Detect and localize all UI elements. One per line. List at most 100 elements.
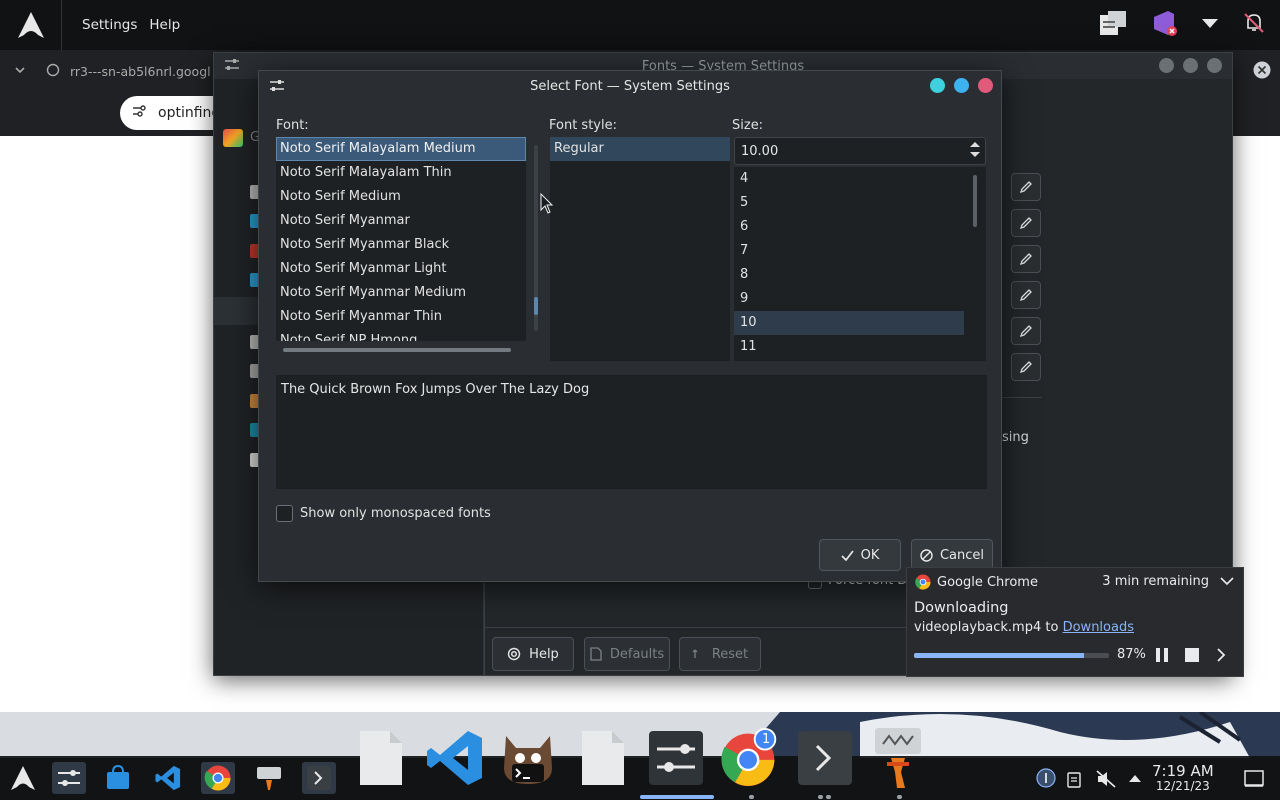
content-left-edge [484,583,485,675]
edit-font-button[interactable] [1011,173,1041,201]
size-list[interactable]: 4 5 6 7 8 9 10 11 [734,167,986,361]
volume-muted-icon[interactable] [1096,770,1116,792]
pause-icon[interactable] [1154,647,1170,667]
vscode-icon[interactable] [425,726,485,790]
font-list-item[interactable]: Noto Serif NP Hmong [276,329,526,341]
updates-icon[interactable] [1036,768,1056,792]
system-settings-icon[interactable] [646,726,706,790]
minimize-button[interactable] [930,78,945,93]
vscode-icon[interactable] [151,762,185,794]
size-list-item[interactable]: 7 [734,239,964,263]
ide-icon[interactable] [252,762,286,794]
size-list-item[interactable]: 8 [734,263,964,287]
ok-button[interactable]: OK [819,539,901,571]
maximize-button[interactable] [954,78,969,93]
font-list-item[interactable]: Noto Serif Myanmar Light [276,257,526,281]
menu-help[interactable]: Help [149,17,180,33]
font-list-item[interactable]: Noto Serif Myanmar [276,209,526,233]
download-progress-fill [914,653,1084,658]
clipboard-icon[interactable] [1066,770,1082,792]
size-list-item[interactable]: 11 [734,335,964,359]
font-list-horizontal-scrollbar[interactable] [283,348,511,352]
size-list-item[interactable]: 4 [734,167,964,191]
style-list-item[interactable]: Regular [550,137,730,161]
size-list-scrollbar[interactable] [973,175,977,227]
content-divider [998,397,1042,398]
spin-up-icon [970,142,980,147]
arch-launcher-icon[interactable] [6,762,40,794]
edit-font-button[interactable] [1011,209,1041,237]
downloads-folder-link[interactable]: Downloads [1063,620,1134,635]
store-icon[interactable] [101,762,135,794]
preview-text: The Quick Brown Fox Jumps Over The Lazy … [281,382,590,397]
minimize-button[interactable] [1159,58,1174,73]
undo-icon [692,649,698,658]
font-list-item[interactable]: Noto Serif Medium [276,185,526,209]
document-icon [590,647,602,661]
reset-button[interactable]: Reset [679,637,761,671]
edit-font-button[interactable] [1011,353,1041,381]
task-settings-icon[interactable] [52,762,86,794]
font-list-item[interactable]: Noto Serif Myanmar Thin [276,305,526,329]
chrome-tab[interactable]: rr3---sn-ab5l6nrl.googl [46,62,216,80]
font-list-item[interactable]: Noto Serif Myanmar Medium [276,281,526,305]
file-icon[interactable] [351,726,411,790]
clock[interactable]: 7:19 AM 12/21/23 [1152,763,1214,793]
monospace-label: Show only monospaced fonts [300,506,491,521]
help-button[interactable]: Help [492,637,574,671]
menu-settings[interactable]: Settings [82,17,137,33]
edit-font-button[interactable] [1011,281,1041,309]
sidebar-app-icon [223,129,243,147]
size-spinbox[interactable]: 10.00 [734,137,986,165]
defaults-button-label: Defaults [609,646,665,662]
collapse-chevron-icon[interactable] [1219,574,1235,592]
font-list-item[interactable]: Noto Serif Myanmar Black [276,233,526,257]
terminal-icon[interactable] [795,726,855,790]
font-list-item[interactable]: Noto Serif Malayalam Medium [276,137,526,161]
settings-app-icon [224,58,240,76]
notes-icon[interactable] [1098,9,1128,41]
ide-icon[interactable] [868,726,928,790]
maximize-button[interactable] [1183,58,1198,73]
stop-icon[interactable] [1184,647,1200,667]
chrome-tab-chevron-icon[interactable] [14,64,26,79]
defaults-button[interactable]: Defaults [584,637,670,671]
chrome-close-icon[interactable] [1253,61,1271,83]
font-list-item[interactable]: Noto Serif Malayalam Thin [276,161,526,185]
download-file-line: videoplayback.mp4 to Downloads [914,620,1134,635]
size-list-item[interactable]: 5 [734,191,964,215]
checkmark-icon [841,549,854,561]
cancel-button-label: Cancel [939,547,985,563]
top-tray [1098,0,1266,50]
terminal-icon[interactable] [302,762,336,794]
reset-button-label: Reset [711,646,749,662]
wallpaper-art [740,710,1280,758]
chrome-icon[interactable] [720,726,780,790]
notifications-off-icon[interactable] [1242,11,1266,39]
show-desktop-icon[interactable] [1244,770,1264,792]
size-list-item[interactable]: 9 [734,287,964,311]
edit-font-button[interactable] [1011,317,1041,345]
size-list-item[interactable]: 6 [734,215,964,239]
tray-expand-icon[interactable] [1128,772,1142,787]
monospace-checkbox[interactable] [276,505,293,522]
font-family-list[interactable]: Noto Serif Malayalam Medium Noto Serif M… [276,137,526,341]
dialog-titlebar[interactable]: Select Font — System Settings [259,71,1001,101]
close-button[interactable] [978,78,993,93]
chevron-right-icon[interactable] [1214,647,1228,667]
dropdown-arrow-icon[interactable] [1200,16,1220,34]
close-button[interactable] [1207,58,1222,73]
terminal-cat-icon[interactable] [498,726,558,790]
edit-font-button[interactable] [1011,245,1041,273]
font-style-list[interactable]: Regular [550,137,730,361]
font-preview[interactable]: The Quick Brown Fox Jumps Over The Lazy … [276,375,987,489]
chrome-icon[interactable] [201,762,235,794]
monospace-option[interactable]: Show only monospaced fonts [276,505,491,522]
site-settings-icon [132,105,146,121]
download-app-name: Google Chrome [937,574,1038,590]
size-list-item[interactable]: 10 [734,311,964,335]
font-list-scroll-thumb[interactable] [534,297,538,315]
arch-logo-icon[interactable] [0,0,62,50]
visual-studio-icon[interactable] [1150,9,1178,41]
file-icon[interactable] [573,726,633,790]
